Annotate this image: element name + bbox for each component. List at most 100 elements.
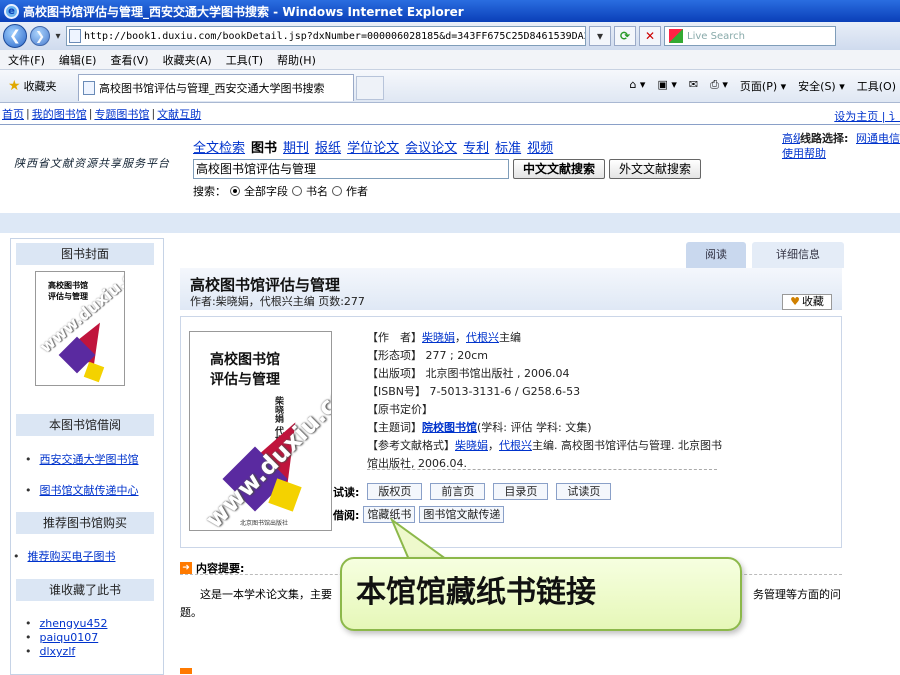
tab-page-icon: [83, 81, 95, 95]
trial-copyright-page-button[interactable]: 版权页: [367, 483, 423, 500]
refresh-button[interactable]: ⟳: [614, 26, 636, 46]
search-input[interactable]: 高校图书馆评估与管理: [193, 159, 509, 179]
divider: [367, 469, 717, 470]
site-nav: 首页 | 我的图书馆 | 专题图书馆 | 文献互助 设为主页 | 讠: [0, 103, 900, 125]
nav-special-library[interactable]: 专题图书馆: [94, 106, 149, 122]
page-menu[interactable]: 页面(P) ▾: [740, 78, 786, 94]
nav-my-library[interactable]: 我的图书馆: [32, 106, 87, 122]
collect-button[interactable]: ♥ 收藏: [782, 294, 832, 310]
type-standards[interactable]: 标准: [495, 137, 521, 156]
url-field[interactable]: http://book1.duxiu.com/bookDetail.jsp?dx…: [66, 26, 586, 46]
subject-link[interactable]: 院校图书馆: [422, 421, 477, 434]
trial-label: 试读:: [333, 485, 360, 499]
cover-yellow-shape: [83, 361, 105, 383]
menu-file[interactable]: 文件(F): [8, 52, 45, 68]
nav-set-homepage[interactable]: 设为主页 | 讠: [834, 108, 900, 124]
cover-title: 高校图书馆 评估与管理: [210, 352, 280, 388]
tools-menu[interactable]: 工具(O): [857, 78, 896, 94]
favorites-bar: ★ 收藏夹 高校图书馆评估与管理_西安交通大学图书搜索 ⌂ ▾ ▣ ▾ ✉ ⎙ …: [0, 70, 900, 103]
collector-user[interactable]: paiqu0107: [25, 631, 99, 644]
info-author: 【作 者】柴晓娟，代根兴主编: [367, 331, 521, 344]
menu-bar: 文件(F) 编辑(E) 查看(V) 收藏夹(A) 工具(T) 帮助(H): [0, 50, 900, 70]
recommend-heading: 推荐图书馆购买: [16, 512, 154, 534]
author-link-2[interactable]: 代根兴: [466, 331, 499, 344]
type-patents[interactable]: 专利: [463, 137, 489, 156]
radio-author[interactable]: [332, 186, 342, 196]
url-text: http://book1.duxiu.com/bookDetail.jsp?dx…: [84, 30, 586, 42]
book-cover-thumbnail[interactable]: 高校图书馆 评估与管理 www.duxiu.com: [35, 271, 125, 386]
summary-text-tail: 题。: [180, 606, 202, 619]
search-type-links: 全文检索 图书 期刊 报纸 学位论文 会议论文 专利 标准 视频: [193, 137, 553, 156]
new-tab-button[interactable]: [356, 76, 384, 100]
mail-icon[interactable]: ✉: [689, 78, 698, 94]
feeds-icon[interactable]: ▣ ▾: [657, 78, 676, 94]
ie-logo-icon: e: [4, 3, 19, 19]
xjtu-library-link[interactable]: 西安交通大学图书馆: [25, 451, 139, 467]
collect-label: 收藏: [801, 295, 824, 308]
doc-delivery-center-link[interactable]: 图书馆文献传递中心: [25, 482, 139, 498]
history-dropdown-icon[interactable]: ▾: [53, 31, 63, 42]
trial-sample-page-button[interactable]: 试读页: [556, 483, 612, 500]
type-conference[interactable]: 会议论文: [405, 137, 457, 156]
chinese-search-button[interactable]: 中文文献搜索: [513, 159, 605, 179]
favorites-button[interactable]: 收藏夹: [24, 78, 57, 94]
line-telecom-link[interactable]: 网通电信: [856, 131, 900, 146]
tab-details[interactable]: 详细信息: [752, 242, 844, 268]
arrow-icon: ➜: [180, 562, 192, 574]
type-newspapers[interactable]: 报纸: [315, 137, 341, 156]
info-form: 【形态项】 277 ; 20cm: [367, 349, 488, 362]
url-dropdown-button[interactable]: ▾: [589, 26, 611, 46]
tab-title: 高校图书馆评估与管理_西安交通大学图书搜索: [99, 82, 325, 95]
stop-button[interactable]: ✕: [639, 26, 661, 46]
foreign-search-button[interactable]: 外文文献搜索: [609, 159, 701, 179]
live-search-logo-icon: [669, 29, 683, 43]
nav-home[interactable]: 首页: [2, 106, 24, 122]
info-price: 【原书定价】: [367, 403, 433, 416]
info-subject: 【主题词】院校图书馆(学科: 评估 学科: 文集): [367, 421, 592, 434]
tab-read[interactable]: 阅读: [686, 242, 746, 268]
menu-help[interactable]: 帮助(H): [277, 52, 316, 68]
forward-button[interactable]: ❯: [30, 26, 50, 46]
safety-menu[interactable]: 安全(S) ▾: [798, 78, 845, 94]
home-icon[interactable]: ⌂ ▾: [629, 78, 645, 94]
back-button[interactable]: ❮: [3, 24, 27, 48]
favorites-star-icon[interactable]: ★: [8, 78, 21, 94]
nav-doc-help[interactable]: 文献互助: [157, 106, 201, 122]
live-search-input[interactable]: Live Search: [664, 26, 836, 46]
paper-holding-button[interactable]: 馆藏纸书: [363, 506, 416, 523]
menu-view[interactable]: 查看(V): [110, 52, 148, 68]
who-collected-heading: 谁收藏了此书: [16, 579, 154, 601]
type-journals[interactable]: 期刊: [283, 137, 309, 156]
type-books[interactable]: 图书: [251, 137, 277, 156]
radio-all-fields[interactable]: [230, 186, 240, 196]
cover-publisher: 北京图书馆出版社: [240, 520, 289, 527]
type-theses[interactable]: 学位论文: [347, 137, 399, 156]
book-cover-large[interactable]: 高校图书馆 评估与管理 柴晓娟 代根兴 主编 www.duxiu.com 北京图书…: [189, 331, 332, 531]
print-icon[interactable]: ⎙ ▾: [710, 78, 728, 94]
help-link[interactable]: 使用帮助: [782, 147, 826, 160]
type-video[interactable]: 视频: [527, 137, 553, 156]
recommend-ebook-link[interactable]: 推荐购买电子图书: [13, 548, 116, 564]
author-link-1[interactable]: 柴晓娟: [422, 331, 455, 344]
collector-user[interactable]: zhengyu452: [25, 617, 108, 630]
trial-toc-page-button[interactable]: 目录页: [493, 483, 549, 500]
doc-delivery-button[interactable]: 图书馆文献传递: [419, 506, 505, 523]
menu-tools[interactable]: 工具(T): [226, 52, 263, 68]
search-header: 陕西省文献资源共享服务平台 全文检索 图书 期刊 报纸 学位论文 会议论文 专利…: [0, 125, 900, 213]
command-bar: ⌂ ▾ ▣ ▾ ✉ ⎙ ▾ 页面(P) ▾ 安全(S) ▾ 工具(O): [629, 78, 896, 94]
radio-title[interactable]: [292, 186, 302, 196]
collector-user[interactable]: dlxyzlf: [25, 645, 76, 658]
ref-author-link-1[interactable]: 柴晓娟: [455, 439, 488, 452]
window-title: 高校图书馆评估与管理_西安交通大学图书搜索 - Windows Internet…: [23, 4, 464, 19]
header-right-links: 高级搜索 线路选择: 网通电信 使用帮助: [782, 131, 900, 161]
ref-author-link-2[interactable]: 代根兴: [499, 439, 532, 452]
browser-tab[interactable]: 高校图书馆评估与管理_西安交通大学图书搜索: [78, 74, 354, 101]
live-search-placeholder: Live Search: [687, 30, 745, 42]
menu-edit[interactable]: 编辑(E): [59, 52, 97, 68]
summary-text-end: 务管理等方面的问: [753, 588, 841, 601]
type-fulltext[interactable]: 全文检索: [193, 137, 245, 156]
radio-all-label: 全部字段: [244, 185, 288, 198]
borrow-row: 借阅: 馆藏纸书 图书馆文献传递: [333, 506, 505, 523]
menu-favorites[interactable]: 收藏夹(A): [163, 52, 212, 68]
trial-preface-page-button[interactable]: 前言页: [430, 483, 486, 500]
